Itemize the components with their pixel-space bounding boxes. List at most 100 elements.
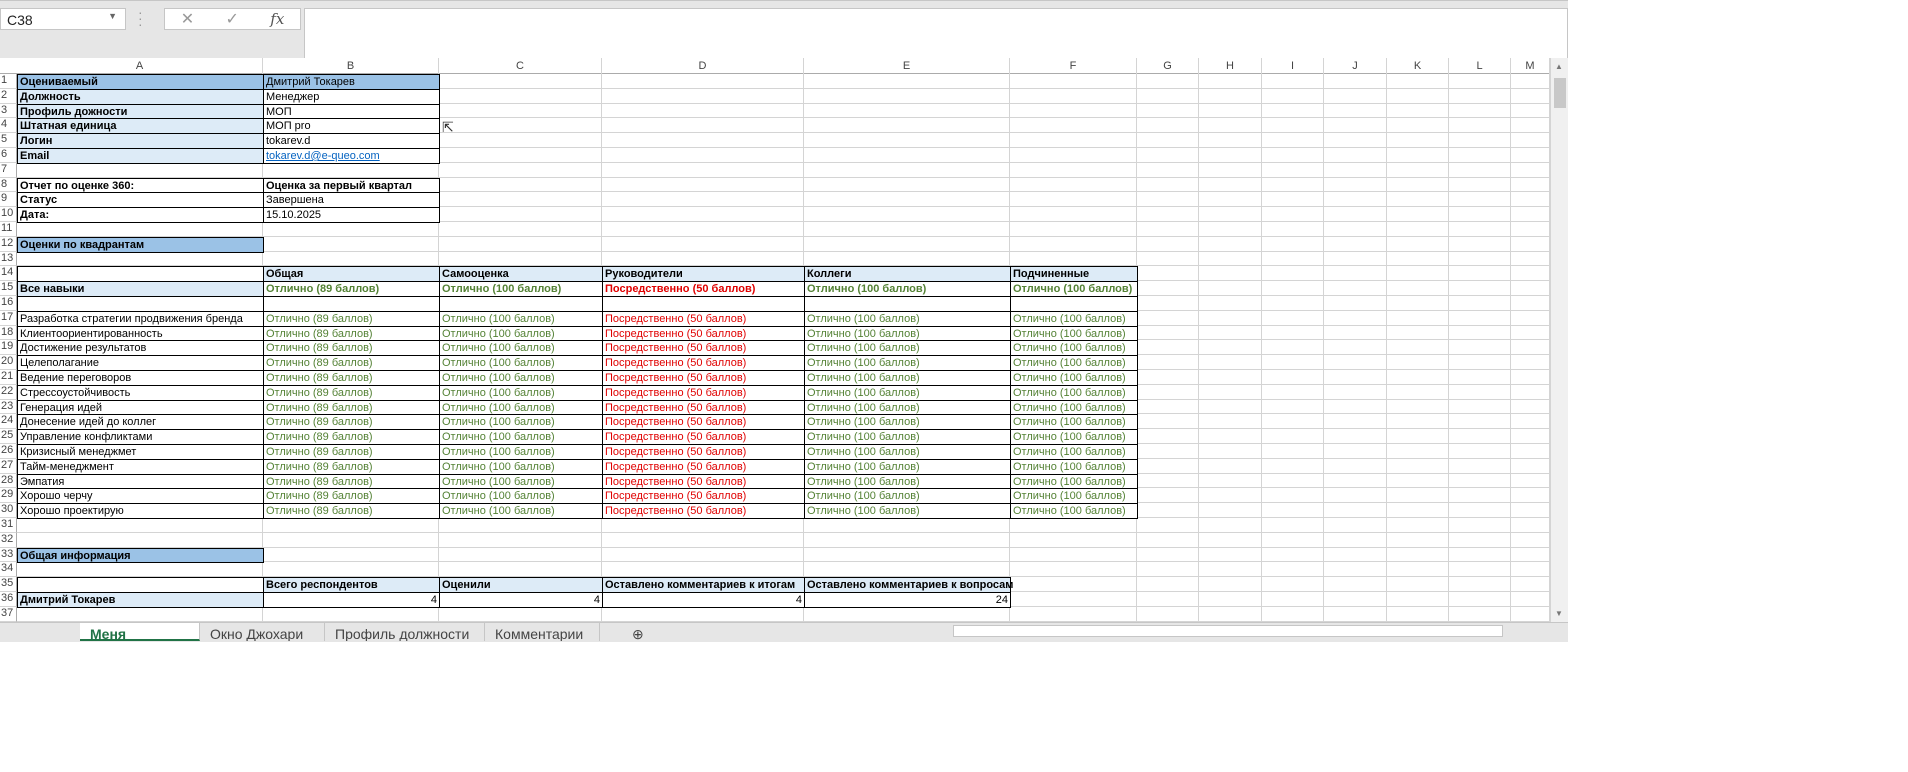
- cell-K4[interactable]: [1387, 118, 1449, 134]
- cell-E4[interactable]: [804, 118, 1010, 134]
- cell-D36[interactable]: 4: [602, 592, 805, 608]
- cell-H36[interactable]: [1199, 592, 1262, 607]
- cell-D12[interactable]: [602, 236, 804, 252]
- cell-K12[interactable]: [1387, 236, 1449, 252]
- row-header-11[interactable]: 11: [0, 222, 17, 237]
- cell-E11[interactable]: [804, 222, 1010, 237]
- cell-K28[interactable]: [1387, 473, 1449, 489]
- cell-G25[interactable]: [1137, 429, 1199, 444]
- cell-J32[interactable]: [1324, 532, 1387, 548]
- cell-H15[interactable]: [1199, 281, 1262, 296]
- cell-K37[interactable]: [1387, 606, 1449, 622]
- cell-D3[interactable]: [602, 103, 804, 119]
- cell-D23[interactable]: Посредственно (50 баллов): [602, 399, 805, 416]
- cell-A35[interactable]: [17, 577, 264, 593]
- cell-K32[interactable]: [1387, 532, 1449, 548]
- cell-A31[interactable]: [17, 518, 263, 533]
- cell-J9[interactable]: [1324, 192, 1387, 208]
- cell-L26[interactable]: [1449, 444, 1511, 459]
- cell-L27[interactable]: [1449, 458, 1511, 474]
- row-header-24[interactable]: 24: [0, 414, 17, 430]
- cell-E28[interactable]: Отлично (100 баллов): [804, 473, 1011, 490]
- cell-K25[interactable]: [1387, 429, 1449, 444]
- cell-K2[interactable]: [1387, 88, 1449, 104]
- cell-D9[interactable]: [602, 192, 804, 208]
- cell-G29[interactable]: [1137, 488, 1199, 504]
- cell-H9[interactable]: [1199, 192, 1262, 208]
- cell-M6[interactable]: [1511, 148, 1550, 163]
- cell-F29[interactable]: Отлично (100 баллов): [1010, 488, 1138, 505]
- cell-L28[interactable]: [1449, 473, 1511, 489]
- cell-C5[interactable]: [439, 133, 602, 148]
- cell-K18[interactable]: [1387, 325, 1449, 341]
- cell-B15[interactable]: Отлично (89 баллов): [263, 281, 440, 297]
- cell-I32[interactable]: [1262, 532, 1324, 548]
- cell-D32[interactable]: [602, 532, 804, 548]
- cell-J37[interactable]: [1324, 606, 1387, 622]
- cell-A16[interactable]: [17, 296, 264, 312]
- cell-F37[interactable]: [1010, 606, 1137, 622]
- cell-C21[interactable]: Отлично (100 баллов): [439, 370, 603, 386]
- scroll-up-icon[interactable]: ▲: [1555, 62, 1563, 71]
- cell-J17[interactable]: [1324, 310, 1387, 326]
- cell-B17[interactable]: Отлично (89 баллов): [263, 310, 440, 327]
- cell-M30[interactable]: [1511, 503, 1550, 518]
- cell-K7[interactable]: [1387, 162, 1449, 178]
- cell-A1[interactable]: Оцениваемый: [17, 74, 264, 90]
- cell-G17[interactable]: [1137, 310, 1199, 326]
- cell-M14[interactable]: [1511, 266, 1550, 282]
- cell-G13[interactable]: [1137, 251, 1199, 267]
- cell-B27[interactable]: Отлично (89 баллов): [263, 458, 440, 475]
- cell-I26[interactable]: [1262, 444, 1324, 459]
- cell-D25[interactable]: Посредственно (50 баллов): [602, 429, 805, 445]
- cell-I22[interactable]: [1262, 384, 1324, 400]
- cell-I8[interactable]: [1262, 177, 1324, 193]
- cell-D2[interactable]: [602, 88, 804, 104]
- cell-F26[interactable]: Отлично (100 баллов): [1010, 444, 1138, 460]
- cell-I24[interactable]: [1262, 414, 1324, 430]
- cell-L2[interactable]: [1449, 88, 1511, 104]
- cell-G23[interactable]: [1137, 399, 1199, 415]
- cell-C19[interactable]: Отлично (100 баллов): [439, 340, 603, 357]
- row-header-22[interactable]: 22: [0, 384, 17, 400]
- cell-D7[interactable]: [602, 162, 804, 178]
- cell-H35[interactable]: [1199, 577, 1262, 592]
- cell-E29[interactable]: Отлично (100 баллов): [804, 488, 1011, 505]
- cell-E13[interactable]: [804, 251, 1010, 267]
- cell-D15[interactable]: Посредственно (50 баллов): [602, 281, 805, 297]
- cell-B7[interactable]: [263, 162, 439, 178]
- row-header-26[interactable]: 26: [0, 444, 17, 459]
- cell-L17[interactable]: [1449, 310, 1511, 326]
- cell-L13[interactable]: [1449, 251, 1511, 267]
- cell-J26[interactable]: [1324, 444, 1387, 459]
- cell-B1[interactable]: Дмитрий Токарев: [263, 74, 440, 90]
- cell-C29[interactable]: Отлично (100 баллов): [439, 488, 603, 505]
- cell-B8[interactable]: Оценка за первый квартал: [263, 177, 440, 194]
- cell-G27[interactable]: [1137, 458, 1199, 474]
- cell-L33[interactable]: [1449, 547, 1511, 563]
- cell-C6[interactable]: [439, 148, 602, 163]
- cell-H33[interactable]: [1199, 547, 1262, 563]
- cell-L23[interactable]: [1449, 399, 1511, 415]
- cell-A7[interactable]: [17, 162, 263, 178]
- cell-B36[interactable]: 4: [263, 592, 440, 608]
- cell-I37[interactable]: [1262, 606, 1324, 622]
- cell-C24[interactable]: Отлично (100 баллов): [439, 414, 603, 431]
- row-header-18[interactable]: 18: [0, 325, 17, 341]
- cell-F25[interactable]: Отлично (100 баллов): [1010, 429, 1138, 445]
- cell-G11[interactable]: [1137, 222, 1199, 237]
- formula-input[interactable]: [304, 8, 1568, 62]
- row-header-21[interactable]: 21: [0, 370, 17, 385]
- cell-B6[interactable]: tokarev.d@e-queo.com: [263, 148, 440, 164]
- cell-G36[interactable]: [1137, 592, 1199, 607]
- cell-B13[interactable]: [263, 251, 439, 267]
- cell-B4[interactable]: МОП pro: [263, 118, 440, 135]
- cell-G32[interactable]: [1137, 532, 1199, 548]
- cell-J23[interactable]: [1324, 399, 1387, 415]
- row-header-14[interactable]: 14: [0, 266, 17, 282]
- cell-H28[interactable]: [1199, 473, 1262, 489]
- cell-K19[interactable]: [1387, 340, 1449, 356]
- cell-M8[interactable]: [1511, 177, 1550, 193]
- cell-G35[interactable]: [1137, 577, 1199, 592]
- cell-J31[interactable]: [1324, 518, 1387, 533]
